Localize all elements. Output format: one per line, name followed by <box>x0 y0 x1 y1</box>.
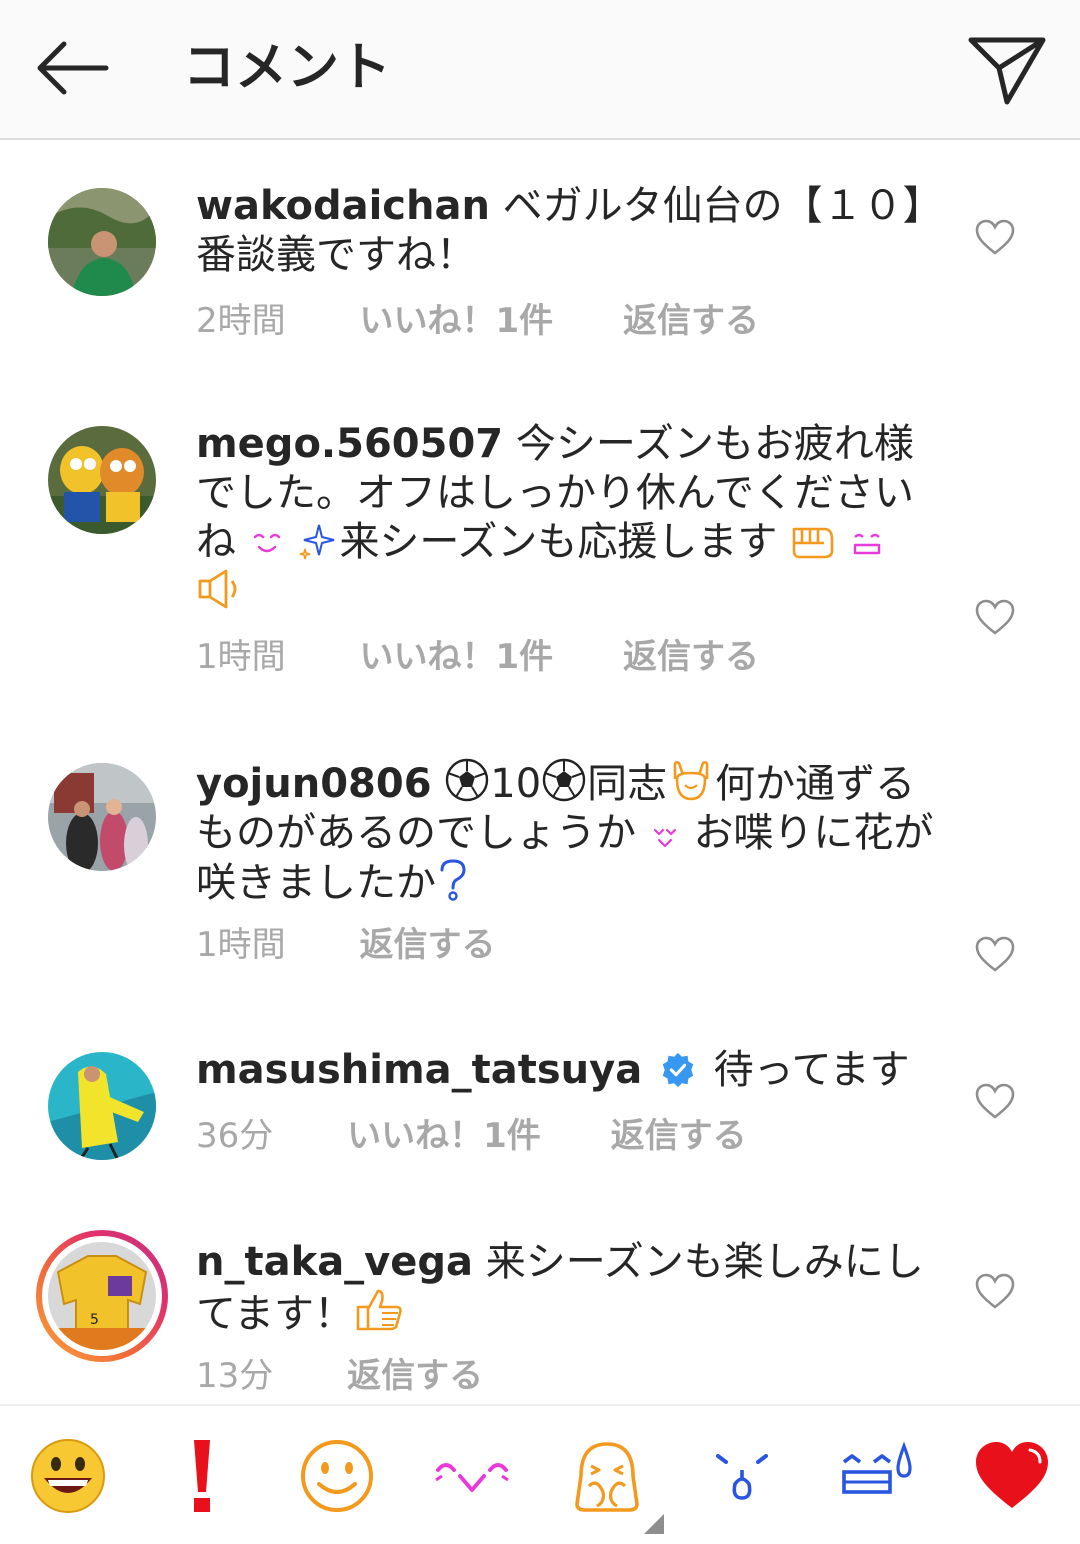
comment-time: 1時間 <box>196 925 286 965</box>
comment-likes[interactable]: いいね！1件 <box>347 1116 541 1156</box>
comment-text: masushima_tatsuya 待ってます <box>196 1046 936 1095</box>
kaomoji-smile-icon <box>435 1463 509 1492</box>
comment-username[interactable]: wakodaichan <box>196 183 490 229</box>
soccer-ball-icon <box>446 758 489 802</box>
comment-meta: 2時間 いいね！1件 返信する <box>196 301 759 341</box>
kaomoji-tears-icon <box>716 1454 768 1500</box>
smiley-face-icon <box>301 1440 373 1512</box>
comment-list[interactable]: wakodaichan ベガルタ仙台の【１０】番談義ですね！ 2時間 いいね！1… <box>0 142 1080 1402</box>
comment-time: 36分 <box>196 1116 274 1156</box>
kaomoji-grin-icon <box>853 533 881 555</box>
reply-button[interactable]: 返信する <box>359 925 495 965</box>
megaphone-icon <box>198 569 237 609</box>
sparkles-icon <box>300 524 335 560</box>
soccer-ball-icon <box>542 758 586 802</box>
avatar[interactable] <box>48 763 156 871</box>
comment-text: n_taka_vega 来シーズンも楽しみにしてます！ <box>196 1238 936 1339</box>
emoji-button-smiley[interactable] <box>297 1436 377 1516</box>
comment-likes[interactable]: いいね！1件 <box>359 301 553 341</box>
comment-time: 13分 <box>196 1356 274 1396</box>
fist-icon <box>792 527 834 559</box>
arrow-left-icon <box>37 41 109 95</box>
emoji-button-kaomoji-sweat[interactable] <box>838 1436 918 1516</box>
person-covering-face-icon <box>575 1442 639 1512</box>
question-mark-icon <box>440 859 466 901</box>
heart-icon[interactable] <box>974 1082 1016 1120</box>
exclamation-mark-icon <box>194 1440 210 1512</box>
grinning-face-icon <box>31 1439 105 1513</box>
emoji-button-covering-face[interactable] <box>567 1436 647 1516</box>
heart-icon[interactable] <box>974 935 1016 973</box>
back-button[interactable] <box>30 36 110 100</box>
comment-username[interactable]: mego.560507 <box>196 421 503 467</box>
kaomoji-smile-icon <box>253 533 280 553</box>
reply-button[interactable]: 返信する <box>611 1116 747 1156</box>
reply-button[interactable]: 返信する <box>623 637 759 677</box>
emoji-button-heart[interactable] <box>972 1436 1052 1516</box>
comment-time: 1時間 <box>196 637 286 677</box>
comment-time: 2時間 <box>196 301 286 341</box>
heart-icon[interactable] <box>974 1272 1016 1310</box>
comment-text: yojun0806 10 同志 何か通ずるものがあるのでしょうか お喋りに花が咲きま… <box>196 757 936 908</box>
red-heart-icon <box>976 1442 1048 1508</box>
page-title: コメント <box>183 38 392 98</box>
comment-body: 待ってます <box>713 1047 910 1093</box>
comment-body: 来シーズンも応援します <box>339 519 778 565</box>
header-bar: コメント <box>0 0 1080 140</box>
avatar: 5 <box>48 1242 156 1350</box>
emoji-button-kaomoji-tears[interactable] <box>702 1436 782 1516</box>
emoji-button-grinning[interactable] <box>28 1436 108 1516</box>
verified-badge-icon <box>662 1052 694 1088</box>
avatar-story-ring[interactable]: 5 <box>36 1230 168 1362</box>
emoji-button-exclamation[interactable] <box>162 1436 242 1516</box>
svg-text:5: 5 <box>90 1312 99 1328</box>
heart-icon[interactable] <box>974 218 1016 256</box>
raising-hands-icon <box>673 761 709 801</box>
comment-meta: 1時間 いいね！1件 返信する <box>196 637 759 677</box>
paper-plane-icon <box>968 37 1046 105</box>
thumbs-up-icon <box>356 1289 402 1331</box>
reply-button[interactable]: 返信する <box>623 301 759 341</box>
kaomoji-sweat-icon <box>842 1441 912 1494</box>
share-button[interactable] <box>965 30 1049 110</box>
avatar[interactable] <box>48 188 156 296</box>
avatar[interactable] <box>48 1052 156 1160</box>
comment-username[interactable]: yojun0806 <box>196 761 432 807</box>
comment-text: mego.560507 今シーズンもお疲れ様でした。オフはしっかり休んでください… <box>196 420 936 617</box>
kaomoji-wink-icon <box>653 828 676 848</box>
comment-meta: 1時間 返信する <box>196 925 495 965</box>
comment-likes[interactable]: いいね！1件 <box>359 637 553 677</box>
resize-handle-icon <box>644 1514 664 1534</box>
avatar[interactable] <box>48 426 156 534</box>
comment-meta: 13分 返信する <box>196 1356 483 1396</box>
comment-meta: 36分 いいね！1件 返信する <box>196 1116 747 1156</box>
comment-text: wakodaichan ベガルタ仙台の【１０】番談義ですね！ <box>196 182 936 280</box>
comment-username[interactable]: n_taka_vega <box>196 1239 473 1285</box>
heart-icon[interactable] <box>974 598 1016 636</box>
comment-username[interactable]: masushima_tatsuya <box>196 1047 642 1093</box>
emoji-quick-bar <box>0 1404 1080 1544</box>
comment-body: 10 <box>490 761 542 807</box>
comment-body: 同志 <box>587 761 668 807</box>
reply-button[interactable]: 返信する <box>347 1356 483 1396</box>
emoji-button-kaomoji-smile[interactable] <box>432 1436 512 1516</box>
